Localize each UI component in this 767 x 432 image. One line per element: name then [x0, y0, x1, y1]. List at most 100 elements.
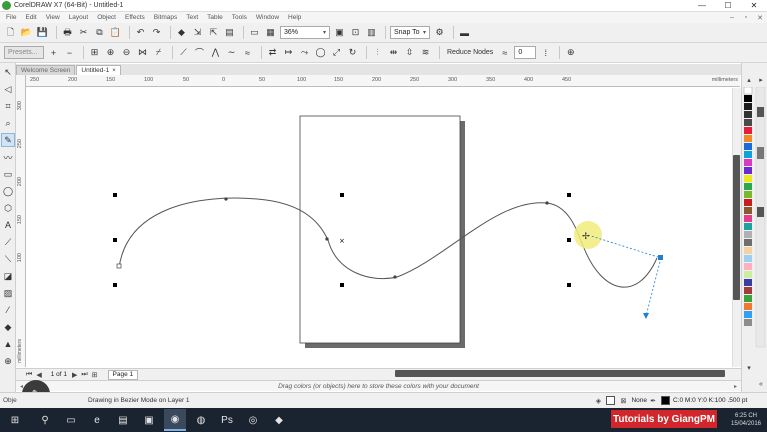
- control-point-handle[interactable]: [658, 255, 663, 260]
- palette-scroll-up-icon[interactable]: ▴: [744, 75, 754, 85]
- page-tab-1[interactable]: Page 1: [107, 369, 139, 380]
- doc-restore-button[interactable]: ▫: [739, 14, 753, 22]
- menu-layout[interactable]: Layout: [69, 14, 89, 21]
- rectangle-tool-icon[interactable]: ▭: [1, 167, 15, 181]
- menu-effects[interactable]: Effects: [125, 14, 145, 21]
- delete-node-icon[interactable]: ⊖: [120, 46, 133, 59]
- vertical-ruler[interactable]: 300 250 200 150 100 millimeters: [16, 75, 26, 367]
- store-icon[interactable]: ▣: [138, 409, 160, 431]
- save-icon[interactable]: 💾: [36, 26, 49, 39]
- artistic-media-tool-icon[interactable]: 〰: [1, 150, 15, 164]
- options-icon[interactable]: ⚙: [433, 26, 446, 39]
- parallel-dimension-tool-icon[interactable]: ⟋: [1, 235, 15, 249]
- extract-subpath-icon[interactable]: ⤳: [298, 46, 311, 59]
- rotate-nodes-icon[interactable]: ↻: [346, 46, 359, 59]
- zoom-tool-icon[interactable]: ⌕: [1, 116, 15, 130]
- snap-to-dropdown[interactable]: Snap To ▾: [390, 26, 430, 39]
- print-icon[interactable]: 🖶: [61, 26, 74, 39]
- tab-untitled-1[interactable]: Untitled-1 ×: [76, 65, 121, 75]
- photoshop-icon[interactable]: Ps: [216, 409, 238, 431]
- menu-bitmaps[interactable]: Bitmaps: [154, 14, 177, 21]
- search-icon[interactable]: ⚲: [34, 409, 56, 431]
- palette-expand-icon[interactable]: «: [756, 379, 766, 389]
- last-page-icon[interactable]: ⏭: [81, 371, 87, 379]
- export-icon[interactable]: ⇱: [207, 26, 220, 39]
- document-palette[interactable]: ◂ Drag colors (or objects) here to store…: [16, 380, 741, 391]
- join-nodes-icon[interactable]: ⋈: [136, 46, 149, 59]
- shape-tool-icon[interactable]: ◁: [1, 82, 15, 96]
- reflect-horizontal-icon[interactable]: ⇹: [387, 46, 400, 59]
- interactive-fill-tool-icon[interactable]: ◆: [1, 320, 15, 334]
- palette-right-arrow-icon[interactable]: ▸: [730, 383, 741, 390]
- smooth-node-icon[interactable]: ∼: [225, 46, 238, 59]
- full-screen-icon[interactable]: ▭: [248, 26, 261, 39]
- zoom-page-icon[interactable]: ▣: [333, 26, 346, 39]
- menu-object[interactable]: Object: [97, 14, 116, 21]
- zoom-level-select[interactable]: 36% ▾: [280, 26, 330, 39]
- drawing-canvas[interactable]: × ✢: [27, 88, 740, 367]
- select-all-nodes-icon[interactable]: ⊞: [88, 46, 101, 59]
- ellipse-tool-icon[interactable]: ◯: [1, 184, 15, 198]
- tab-welcome-screen[interactable]: Welcome Screen: [16, 65, 76, 75]
- add-node-icon[interactable]: ⊕: [104, 46, 117, 59]
- quick-customize-icon[interactable]: ⊕: [564, 46, 577, 59]
- maximize-button[interactable]: ☐: [715, 0, 741, 12]
- doc-minimize-button[interactable]: –: [725, 14, 739, 22]
- menu-edit[interactable]: Edit: [25, 14, 36, 21]
- close-curve-icon[interactable]: ◯: [314, 46, 327, 59]
- crop-tool-icon[interactable]: ⌗: [1, 99, 15, 113]
- close-button[interactable]: ✕: [741, 0, 767, 12]
- color-swatches[interactable]: [743, 87, 767, 397]
- app-launcher-icon[interactable]: ▥: [365, 26, 378, 39]
- menu-help[interactable]: Help: [288, 14, 301, 21]
- copy-icon[interactable]: ⧉: [93, 26, 106, 39]
- polygon-tool-icon[interactable]: ⬡: [1, 201, 15, 215]
- palette-scroll-down-icon[interactable]: ▾: [744, 363, 754, 373]
- curve-smoothness-input[interactable]: 0: [514, 46, 537, 59]
- rulers-icon[interactable]: ▦: [264, 26, 277, 39]
- launch-icon[interactable]: ▬: [458, 26, 471, 39]
- convert-to-line-icon[interactable]: ⟋: [177, 46, 190, 59]
- break-curve-icon[interactable]: ⌿: [152, 46, 165, 59]
- horizontal-scrollbar-thumb[interactable]: [395, 370, 725, 377]
- convert-to-curve-icon[interactable]: ⌒: [193, 46, 206, 59]
- import-icon[interactable]: ⇲: [191, 26, 204, 39]
- reduce-nodes-button[interactable]: Reduce Nodes: [444, 46, 496, 59]
- menu-table[interactable]: Table: [207, 14, 223, 21]
- cut-icon[interactable]: ✂: [77, 26, 90, 39]
- menu-text[interactable]: Text: [186, 14, 198, 21]
- pick-tool-icon[interactable]: ↖: [1, 65, 15, 79]
- menu-file[interactable]: File: [6, 14, 16, 21]
- new-document-icon[interactable]: 🗋: [4, 26, 17, 39]
- connector-tool-icon[interactable]: ⟍: [1, 252, 15, 266]
- chrome-icon[interactable]: ◎: [242, 409, 264, 431]
- undo-icon[interactable]: ↶: [134, 26, 147, 39]
- menu-view[interactable]: View: [46, 14, 60, 21]
- vertical-scrollbar-thumb[interactable]: [733, 155, 740, 300]
- file-explorer-icon[interactable]: ▤: [112, 409, 134, 431]
- add-preset-icon[interactable]: +: [47, 46, 60, 59]
- reflect-vertical-icon[interactable]: ⇳: [403, 46, 416, 59]
- redo-icon[interactable]: ↷: [150, 26, 163, 39]
- next-page-icon[interactable]: ▶: [72, 371, 77, 379]
- open-icon[interactable]: 📂: [20, 26, 33, 39]
- start-button-icon[interactable]: ⊞: [0, 409, 30, 431]
- text-tool-icon[interactable]: A: [1, 218, 15, 232]
- search-content-icon[interactable]: ◆: [175, 26, 188, 39]
- drop-shadow-tool-icon[interactable]: ◪: [1, 269, 15, 283]
- palette-flyout-icon[interactable]: ▸: [756, 75, 766, 85]
- paste-icon[interactable]: 📋: [109, 26, 122, 39]
- reverse-direction-icon[interactable]: ⇄: [266, 46, 279, 59]
- extend-curve-icon[interactable]: ↦: [282, 46, 295, 59]
- bezier-tool-icon[interactable]: ✎: [1, 133, 15, 147]
- align-nodes-icon[interactable]: ⫶: [371, 46, 384, 59]
- presets-select[interactable]: Presets...: [4, 46, 44, 59]
- edge-browser-icon[interactable]: e: [86, 409, 108, 431]
- publish-pdf-icon[interactable]: ▤: [223, 26, 236, 39]
- firefox-icon[interactable]: ◍: [190, 409, 212, 431]
- previous-page-icon[interactable]: ◀: [36, 371, 41, 379]
- minimize-button[interactable]: —: [689, 0, 715, 12]
- transparency-tool-icon[interactable]: ▨: [1, 286, 15, 300]
- fill-indicator[interactable]: ◈ ⊠ None: [593, 396, 647, 406]
- horizontal-ruler[interactable]: 250 200 150 100 50 0 50 100 150 200 250 …: [26, 75, 740, 87]
